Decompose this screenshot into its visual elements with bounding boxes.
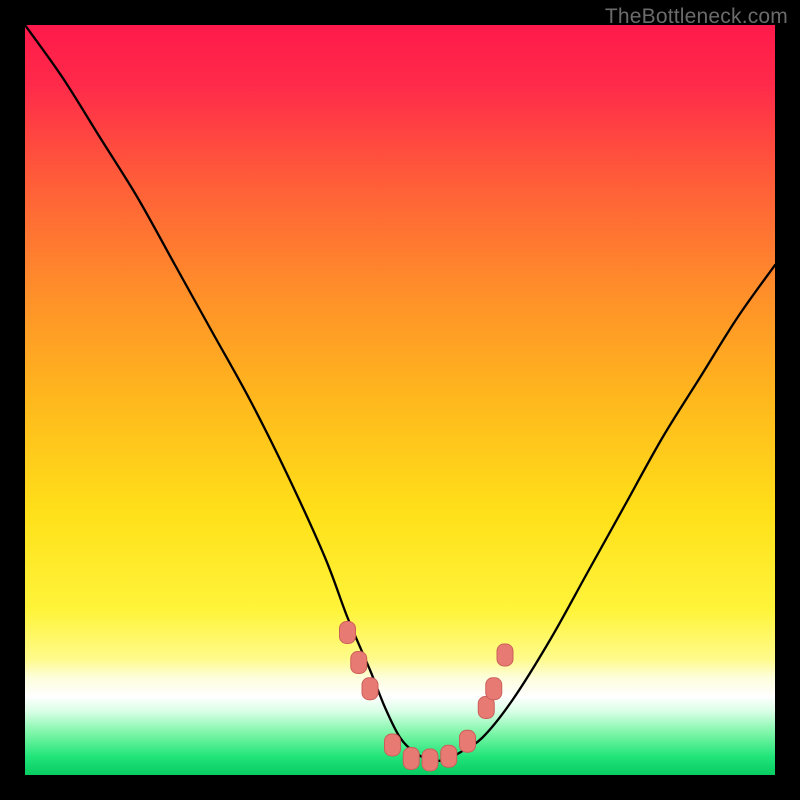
inflection-markers (340, 622, 514, 772)
marker-point (340, 622, 356, 644)
marker-point (422, 749, 438, 771)
bottleneck-curve (25, 25, 775, 761)
marker-point (385, 734, 401, 756)
marker-point (497, 644, 513, 666)
marker-point (441, 745, 457, 767)
marker-point (486, 678, 502, 700)
marker-point (460, 730, 476, 752)
marker-point (362, 678, 378, 700)
marker-point (351, 652, 367, 674)
watermark-label: TheBottleneck.com (605, 5, 788, 29)
plot-area (25, 25, 775, 775)
marker-point (403, 748, 419, 770)
curve-layer (25, 25, 775, 775)
chart-frame: TheBottleneck.com (0, 0, 800, 800)
